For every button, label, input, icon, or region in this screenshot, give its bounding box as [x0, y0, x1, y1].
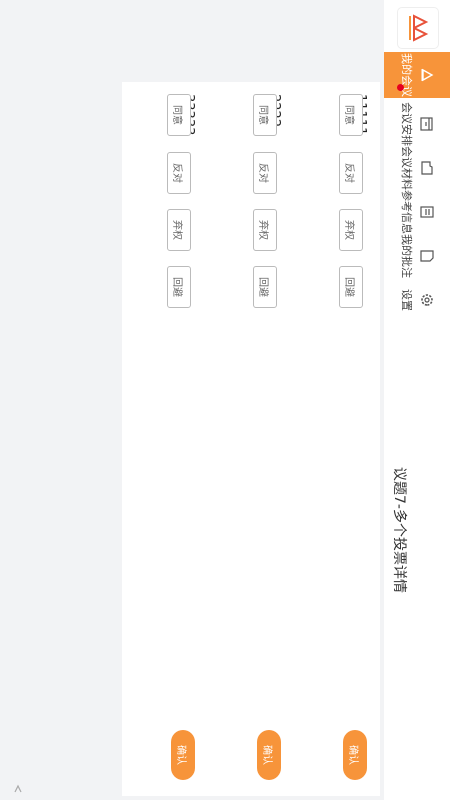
confirm-button[interactable]: 确认 [257, 730, 281, 780]
abstain-button[interactable]: 弃权 [167, 209, 191, 251]
meeting-room-icon [421, 68, 434, 82]
vote-card: 11111 同意 反对 弃权 回避 确认 [294, 82, 380, 796]
recuse-button[interactable]: 回避 [339, 266, 363, 308]
agree-button[interactable]: 同意 [339, 94, 363, 136]
agree-button[interactable]: 同意 [253, 94, 277, 136]
agree-button[interactable]: 同意 [167, 94, 191, 136]
gear-icon [421, 294, 433, 306]
confirm-button[interactable]: 确认 [171, 730, 195, 780]
chevron-left-icon[interactable] [14, 784, 22, 794]
abstain-button[interactable]: 弃权 [339, 209, 363, 251]
abstain-button[interactable]: 弃权 [253, 209, 277, 251]
document-icon [420, 206, 434, 218]
oppose-button[interactable]: 反对 [339, 152, 363, 194]
oppose-button[interactable]: 反对 [167, 152, 191, 194]
oppose-button[interactable]: 反对 [253, 152, 277, 194]
app-logo [398, 8, 438, 48]
vote-panel: 议题7-多个投票详情 11111 同意 反对 弃权 回避 确认 2222 同意 … [122, 82, 408, 796]
vote-card: 2222 同意 反对 弃权 回避 确认 [208, 82, 294, 796]
page-title: 议题7-多个投票详情 [391, 467, 407, 593]
note-icon [420, 250, 434, 262]
folder-icon [421, 161, 433, 175]
app-root: { "nav": { "items": [ {"label": "我的会议", … [0, 0, 450, 800]
recuse-button[interactable]: 回避 [167, 266, 191, 308]
calendar-icon [420, 117, 433, 131]
vote-card: 33333 同意 反对 弃权 回避 确认 [122, 82, 208, 796]
confirm-button[interactable]: 确认 [343, 730, 367, 780]
recuse-button[interactable]: 回避 [253, 266, 277, 308]
logo-icon [409, 14, 429, 42]
